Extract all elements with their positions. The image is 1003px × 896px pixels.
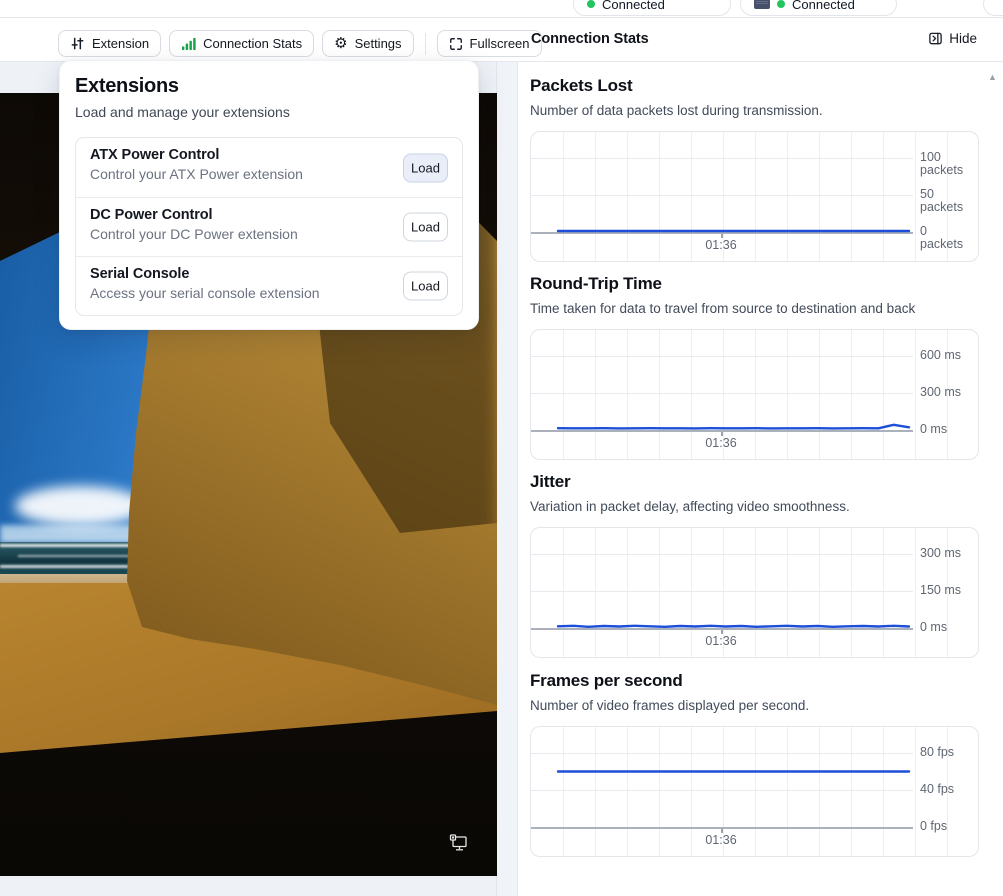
fullscreen-icon xyxy=(449,37,463,51)
extension-row-serial-console: Serial Console Access your serial consol… xyxy=(76,256,462,315)
popover-subtitle: Load and manage your extensions xyxy=(75,104,463,120)
round-trip-time-line xyxy=(531,330,979,460)
jitter-section: Jitter Variation in packet delay, affect… xyxy=(530,472,990,658)
connection-stats-button-label: Connection Stats xyxy=(203,36,302,51)
chart-subtitle: Number of video frames displayed per sec… xyxy=(530,698,990,713)
stats-panel-title: Connection Stats xyxy=(531,31,649,47)
toolbar-divider xyxy=(425,33,426,55)
bar-chart-icon xyxy=(181,36,196,51)
extension-button[interactable]: Extension xyxy=(58,30,161,57)
hide-panel-button[interactable]: Hide xyxy=(928,31,977,46)
load-atx-power-button[interactable]: Load xyxy=(403,153,448,182)
fps-section: Frames per second Number of video frames… xyxy=(530,671,990,857)
gear-icon: ⚙ xyxy=(334,36,347,51)
fullscreen-button-label: Fullscreen xyxy=(470,36,530,51)
fps-line xyxy=(531,727,979,857)
extension-row-atx-power: ATX Power Control Control your ATX Power… xyxy=(76,138,462,197)
load-dc-power-button[interactable]: Load xyxy=(403,213,448,242)
chart-title: Round-Trip Time xyxy=(530,274,990,294)
keyboard-icon xyxy=(754,0,770,9)
extension-description: Access your serial console extension xyxy=(90,285,448,301)
load-serial-console-button[interactable]: Load xyxy=(403,272,448,301)
chart-title: Frames per second xyxy=(530,671,990,691)
popover-title: Extensions xyxy=(75,75,463,98)
hide-button-label: Hide xyxy=(949,31,977,46)
cloud xyxy=(15,486,145,526)
chart-title: Packets Lost xyxy=(530,76,990,96)
jetkvm-app: Connected Connected Extension xyxy=(0,0,1003,896)
packets-lost-line xyxy=(531,132,979,262)
settings-button[interactable]: ⚙ Settings xyxy=(322,30,413,57)
connection-badge-peer[interactable]: Connected xyxy=(573,0,731,16)
chart-subtitle: Number of data packets lost during trans… xyxy=(530,103,990,118)
chart-subtitle: Time taken for data to travel from sourc… xyxy=(530,301,990,316)
extension-name: Serial Console xyxy=(90,266,448,282)
column-gap xyxy=(497,62,517,896)
extensions-popover: Extensions Load and manage your extensio… xyxy=(59,60,479,330)
toolbar: Extension Connection Stats ⚙ Settings xyxy=(58,30,542,57)
fullscreen-button[interactable]: Fullscreen xyxy=(437,30,542,57)
connection-stats-panel: ▲ Packets Lost Number of data packets lo… xyxy=(517,62,1003,896)
extension-name: DC Power Control xyxy=(90,207,448,223)
extension-description: Control your DC Power extension xyxy=(90,226,448,242)
extension-description: Control your ATX Power extension xyxy=(90,166,448,182)
connection-badge-usb[interactable]: Connected xyxy=(740,0,897,16)
extensions-list: ATX Power Control Control your ATX Power… xyxy=(75,137,463,316)
connection-badge-partial[interactable] xyxy=(983,0,1003,16)
packets-lost-chart: 100 packets50 packets0 packets01:36 xyxy=(530,131,979,262)
extension-row-dc-power: DC Power Control Control your DC Power e… xyxy=(76,197,462,256)
connection-stats-button[interactable]: Connection Stats xyxy=(169,30,314,57)
sliders-icon xyxy=(70,36,85,51)
fps-chart: 80 fps40 fps0 fps01:36 xyxy=(530,726,979,857)
extension-name: ATX Power Control xyxy=(90,147,448,163)
jitter-line xyxy=(531,528,979,658)
badge-label: Connected xyxy=(602,0,665,12)
jitter-chart: 300 ms150 ms0 ms01:36 xyxy=(530,527,979,658)
status-dot-green xyxy=(587,0,595,8)
panel-collapse-icon xyxy=(928,31,943,46)
settings-button-label: Settings xyxy=(355,36,402,51)
packets-lost-section: Packets Lost Number of data packets lost… xyxy=(530,76,990,262)
round-trip-time-chart: 600 ms300 ms0 ms01:36 xyxy=(530,329,979,460)
header-row: Extension Connection Stats ⚙ Settings xyxy=(0,18,1003,62)
display-status-icon xyxy=(448,833,470,855)
chart-title: Jitter xyxy=(530,472,990,492)
chart-subtitle: Variation in packet delay, affecting vid… xyxy=(530,499,990,514)
topbar: Connected Connected xyxy=(0,0,1003,18)
status-dot-green xyxy=(777,0,785,8)
round-trip-time-section: Round-Trip Time Time taken for data to t… xyxy=(530,274,990,460)
badge-label: Connected xyxy=(792,0,855,12)
extension-button-label: Extension xyxy=(92,36,149,51)
